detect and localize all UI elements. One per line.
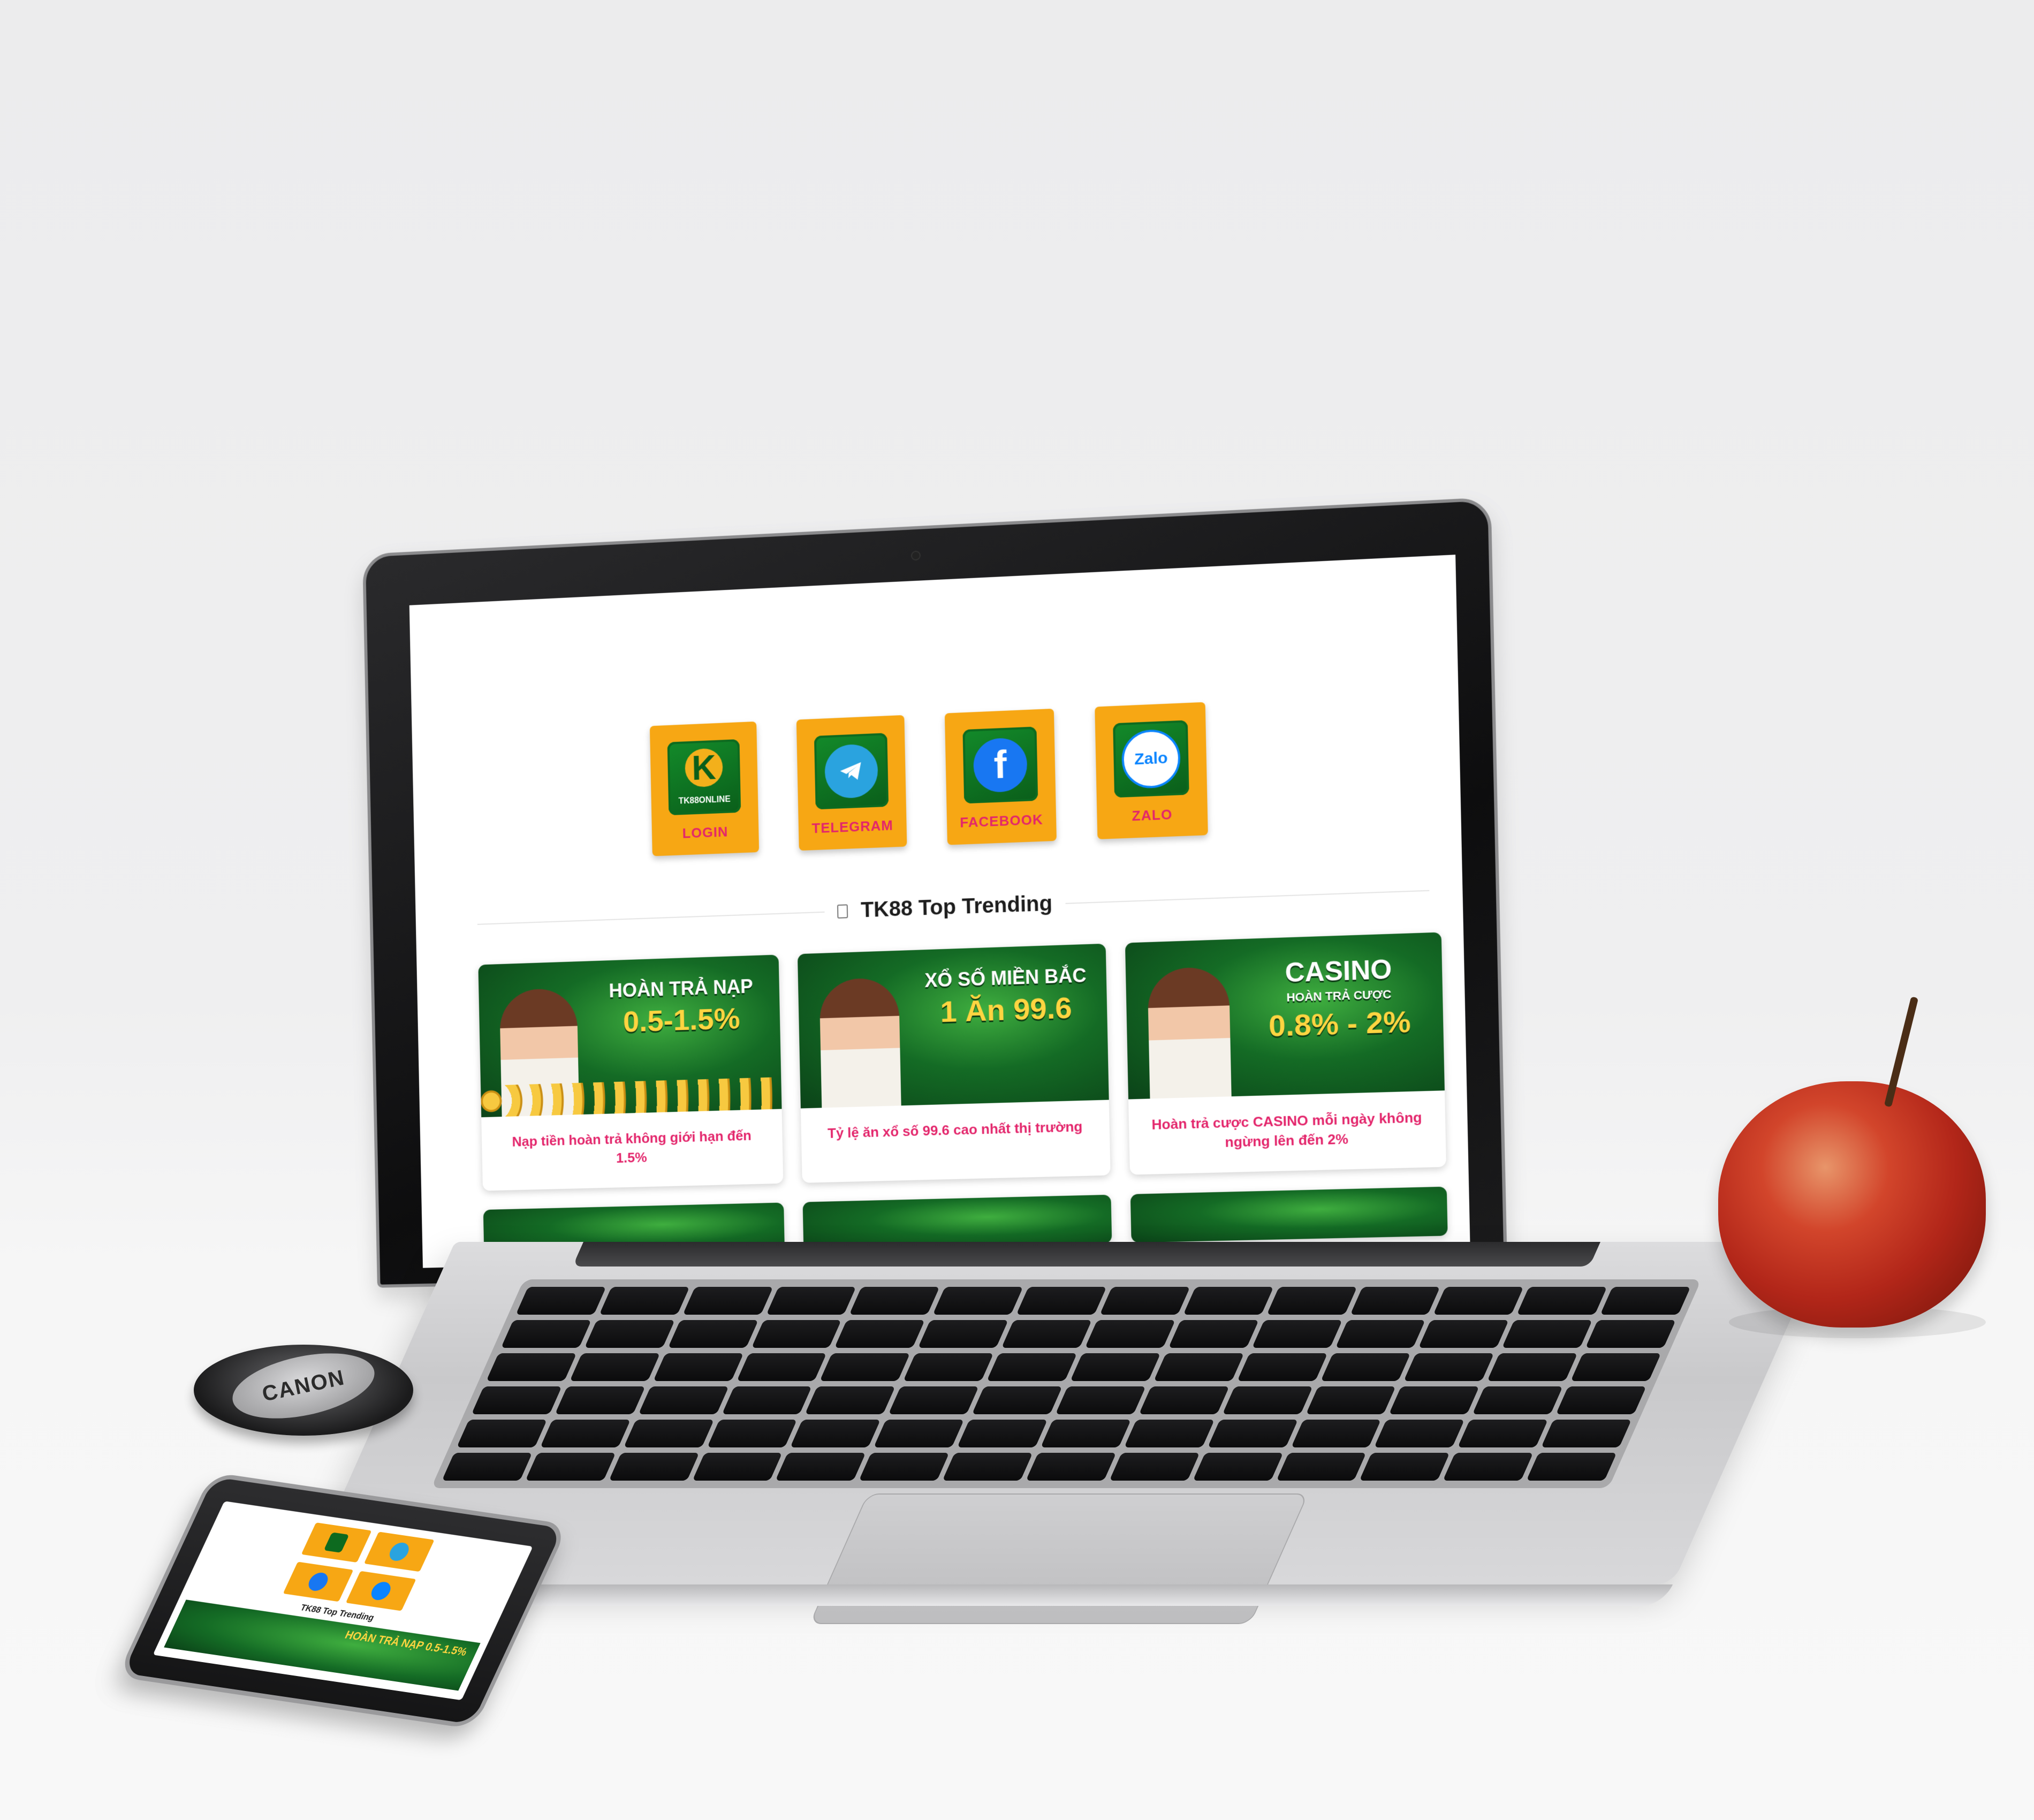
lens-cap-image: CANON — [194, 1342, 413, 1436]
section-header: TK88 Top Trending — [477, 878, 1430, 936]
banner-headline: HOÀN TRẢ NẠP 0.5-1.5% — [609, 975, 754, 1038]
phone-login-tile[interactable] — [301, 1522, 372, 1563]
model-image — [1147, 966, 1232, 1099]
promo-card[interactable] — [1130, 1186, 1448, 1243]
banner-headline: CASINO HOÀN TRẢ CƯỢC 0.8% - 2% — [1268, 954, 1411, 1043]
card-caption: Nạp tiền hoàn trả không giới hạn đến 1.5… — [512, 1127, 752, 1166]
quick-links: K TK88ONLINE LOGIN TELEGRAM f FACEBOOK Z… — [412, 691, 1461, 865]
promo-card[interactable]: CASINO HOÀN TRẢ CƯỢC 0.8% - 2% Hoàn trả … — [1125, 932, 1446, 1175]
telegram-label: TELEGRAM — [811, 817, 894, 837]
facebook-icon — [305, 1571, 331, 1592]
laptop-screen: K TK88ONLINE LOGIN TELEGRAM f FACEBOOK Z… — [409, 555, 1470, 1268]
keyboard[interactable] — [431, 1279, 1702, 1488]
phone-telegram-tile[interactable] — [363, 1531, 435, 1572]
zalo-tile[interactable]: Zalo ZALO — [1095, 702, 1208, 839]
facebook-label: FACEBOOK — [960, 811, 1044, 831]
apple-image — [1718, 1081, 1986, 1328]
login-tile[interactable]: K TK88ONLINE LOGIN — [649, 721, 760, 856]
promo-banner: HOÀN TRẢ NẠP 0.5-1.5% — [478, 954, 782, 1118]
telegram-icon-frame — [814, 733, 889, 810]
telegram-icon — [386, 1541, 412, 1563]
trending-grid: HOÀN TRẢ NẠP 0.5-1.5% Nạp tiền hoàn trả … — [478, 932, 1448, 1257]
tk88-logo-icon — [323, 1532, 350, 1553]
zalo-icon: Zalo — [1121, 729, 1181, 790]
promo-banner — [1130, 1186, 1448, 1243]
webcam-icon — [910, 550, 921, 561]
hinge — [572, 1242, 1600, 1267]
facebook-tile[interactable]: f FACEBOOK — [944, 708, 1057, 845]
phone-quick-links — [188, 1501, 533, 1625]
phone-screen: TK88 Top Trending HOÀN TRẢ NẠP 0.5-1.5% — [153, 1501, 533, 1701]
phone-zalo-tile[interactable] — [345, 1571, 416, 1611]
section-title: TK88 Top Trending — [860, 891, 1053, 922]
facebook-icon: f — [973, 737, 1028, 793]
zalo-icon-frame: Zalo — [1113, 720, 1189, 798]
facebook-icon-frame: f — [962, 726, 1038, 804]
telegram-icon — [824, 743, 878, 799]
login-label: LOGIN — [682, 823, 728, 841]
divider — [1065, 890, 1430, 904]
banner-headline: XỔ SỐ MIỀN BẮC 1 Ăn 99.6 — [924, 964, 1087, 1028]
promo-card[interactable]: HOÀN TRẢ NẠP 0.5-1.5% Nạp tiền hoàn trả … — [478, 954, 784, 1191]
phone-facebook-tile[interactable] — [283, 1561, 354, 1602]
telegram-tile[interactable]: TELEGRAM — [796, 715, 907, 851]
trending-icon — [837, 904, 848, 919]
model-image — [819, 977, 901, 1108]
promo-banner: XỔ SỐ MIỀN BẮC 1 Ăn 99.6 — [797, 943, 1109, 1109]
divider — [477, 911, 825, 925]
promo-banner: CASINO HOÀN TRẢ CƯỢC 0.8% - 2% — [1125, 932, 1445, 1099]
card-caption: Hoàn trả cược CASINO mỗi ngày không ngừn… — [1151, 1109, 1422, 1151]
tk88-logo-icon: K TK88ONLINE — [667, 739, 741, 816]
promo-card[interactable]: XỔ SỐ MIỀN BẮC 1 Ăn 99.6 Tỷ lệ ăn xổ số … — [797, 943, 1111, 1183]
zalo-icon — [368, 1580, 394, 1602]
zalo-label: ZALO — [1132, 806, 1173, 824]
lens-cap-brand: CANON — [226, 1342, 381, 1430]
laptop-lid: K TK88ONLINE LOGIN TELEGRAM f FACEBOOK Z… — [362, 497, 1507, 1288]
